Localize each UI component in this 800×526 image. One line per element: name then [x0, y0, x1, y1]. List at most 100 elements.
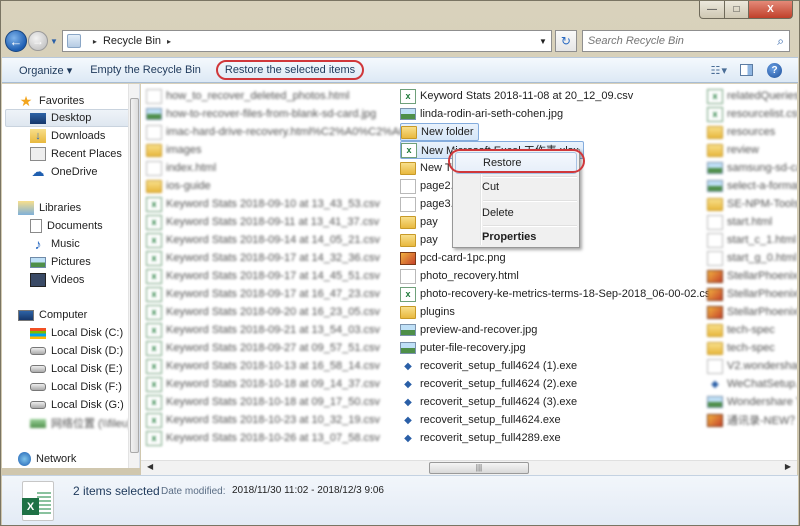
file-item[interactable]: Keyword Stats 2018-09-17 at 16_47_23.csv: [146, 285, 380, 303]
breadcrumb-recycle-bin[interactable]: Recycle Bin: [103, 35, 161, 47]
sidebar-libraries[interactable]: Libraries: [18, 199, 144, 217]
menu-item-restore[interactable]: Restore: [455, 152, 577, 174]
forward-button[interactable]: →: [28, 31, 48, 51]
excel-file-icon: X: [22, 481, 54, 521]
file-item[interactable]: Keyword Stats 2018-09-11 at 13_41_37.csv: [146, 213, 379, 231]
file-item[interactable]: how-to-recover-files-from-blank-sd-card.…: [146, 105, 376, 123]
restore-selected-items-button[interactable]: Restore the selected items: [215, 60, 365, 80]
file-item[interactable]: pay: [400, 231, 438, 249]
organize-button[interactable]: Organize ▾: [10, 64, 81, 77]
menu-item-cut[interactable]: Cut: [455, 176, 577, 198]
menu-item-delete[interactable]: Delete: [455, 202, 577, 224]
file-item[interactable]: resourcelist.csv: [707, 105, 797, 123]
search-box[interactable]: ⌕: [581, 30, 790, 52]
file-item[interactable]: Keyword Stats 2018-10-18 at 09_17_50.csv: [146, 393, 380, 411]
file-item[interactable]: start.html: [707, 213, 772, 231]
file-item[interactable]: StellarPhoenixW: [707, 303, 797, 321]
file-item[interactable]: Keyword Stats 2018-10-13 at 16_58_14.csv: [146, 357, 380, 375]
close-button[interactable]: X: [749, 1, 793, 19]
file-item[interactable]: photo_recovery.html: [400, 267, 519, 285]
file-item[interactable]: New folder: [400, 123, 479, 141]
search-input[interactable]: [587, 35, 758, 47]
file-item[interactable]: start_g_0.html: [707, 249, 797, 267]
file-item[interactable]: tech-spec: [707, 339, 775, 357]
sidebar-item-label: 网络位置 (\\fileu): [51, 418, 132, 430]
file-item[interactable]: pay: [400, 213, 438, 231]
file-item[interactable]: ◆ recoverit_setup_full4624 (1).exe: [400, 357, 577, 375]
sidebar-item-desktop[interactable]: Desktop: [5, 109, 131, 127]
file-item[interactable]: Keyword Stats 2018-09-17 at 14_32_36.csv: [146, 249, 380, 267]
file-item[interactable]: Keyword Stats 2018-09-17 at 14_45_51.csv: [146, 267, 380, 285]
help-icon[interactable]: ?: [767, 62, 782, 78]
file-item[interactable]: ◆ recoverit_setup_full4624 (3).exe: [400, 393, 577, 411]
file-item[interactable]: Keyword Stats 2018-09-21 at 13_54_03.csv: [146, 321, 380, 339]
horizontal-scroll-thumb[interactable]: |||: [429, 462, 529, 474]
preview-pane-icon[interactable]: [740, 64, 753, 76]
recent-pages-dropdown[interactable]: ▼: [50, 37, 58, 46]
scroll-left-icon[interactable]: ◀: [147, 462, 153, 471]
file-item[interactable]: photo-recovery-ke-metrics-terms-18-Sep-2…: [400, 285, 716, 303]
address-dropdown-icon[interactable]: ▼: [539, 37, 547, 46]
file-item[interactable]: pcd-card-1pc.png: [400, 249, 506, 267]
file-item[interactable]: imac-hard-drive-recovery.html%C2%A0%C2%A…: [146, 123, 405, 141]
file-item[interactable]: Keyword Stats 2018-10-18 at 09_14_37.csv: [146, 375, 380, 393]
file-item[interactable]: images: [146, 141, 201, 159]
file-item[interactable]: relatedQueries.csv: [707, 87, 797, 105]
sidebar-item-label: Local Disk (E:): [51, 363, 123, 375]
breadcrumb-separator-icon[interactable]: ▸: [167, 37, 171, 46]
breadcrumb-separator-icon[interactable]: ▸: [93, 37, 97, 46]
file-item[interactable]: puter-file-recovery.jpg: [400, 339, 526, 357]
file-list[interactable]: how_to_recover_deleted_photos.html how-to…: [141, 84, 797, 468]
file-item[interactable]: start_c_1.html: [707, 231, 796, 249]
sidebar-network[interactable]: Network: [18, 450, 144, 468]
scroll-right-icon[interactable]: ▶: [785, 462, 791, 471]
file-item[interactable]: Keyword Stats 2018-09-14 at 14_05_21.csv: [146, 231, 380, 249]
file-item[interactable]: select-a-format: [707, 177, 797, 195]
file-item[interactable]: preview-and-recover.jpg: [400, 321, 537, 339]
maximize-button[interactable]: □: [725, 1, 749, 19]
file-item[interactable]: index.html: [146, 159, 216, 177]
file-item[interactable]: Keyword Stats 2018-09-27 at 09_57_51.csv: [146, 339, 380, 357]
file-item[interactable]: linda-rodin-ari-seth-cohen.jpg: [400, 105, 563, 123]
file-item[interactable]: Keyword Stats 2018-09-20 at 16_23_05.csv: [146, 303, 380, 321]
file-item[interactable]: SE-NPM-Tools_V: [707, 195, 797, 213]
sidebar-favorites[interactable]: ★ Favorites: [18, 92, 144, 110]
minimize-button[interactable]: —: [699, 1, 725, 19]
file-item[interactable]: 通讯录-NEW？.: [707, 411, 797, 429]
file-item[interactable]: Keyword Stats 2018-09-10 at 13_43_53.csv: [146, 195, 380, 213]
file-name: V2.wondershare: [727, 360, 797, 372]
file-item[interactable]: Keyword Stats 2018-10-26 at 13_07_58.csv: [146, 429, 380, 447]
file-item[interactable]: ◆ recoverit_setup_full4289.exe: [400, 429, 561, 447]
empty-recycle-bin-button[interactable]: Empty the Recycle Bin: [81, 64, 210, 76]
refresh-button[interactable]: ↻: [554, 30, 577, 52]
menu-item-properties[interactable]: Properties: [455, 226, 577, 248]
file-item[interactable]: ◆ recoverit_setup_full4624.exe: [400, 411, 561, 429]
search-icon[interactable]: ⌕: [777, 34, 784, 49]
file-item[interactable]: tech-spec: [707, 321, 775, 339]
file-item[interactable]: resources: [707, 123, 775, 141]
file-item[interactable]: StellarPhoenix: [707, 267, 797, 285]
file-item[interactable]: Wondershare Tu: [707, 393, 797, 411]
sidebar-item-label: Local Disk (G:): [51, 399, 124, 411]
file-item[interactable]: StellarPhoenixW: [707, 285, 797, 303]
sidebar-scroll-thumb[interactable]: [130, 98, 139, 453]
file-item[interactable]: plugins: [400, 303, 455, 321]
file-item[interactable]: samsung-sd-card: [707, 159, 797, 177]
file-item[interactable]: review: [707, 141, 759, 159]
file-item[interactable]: ◆ WeChatSetup.exe: [707, 375, 797, 393]
file-item[interactable]: how_to_recover_deleted_photos.html: [146, 87, 349, 105]
file-item[interactable]: ios-guide: [146, 177, 211, 195]
address-bar[interactable]: ▸ Recycle Bin ▸ ▼: [61, 30, 552, 52]
excel-file-icon: [146, 322, 162, 338]
sidebar-scrollbar[interactable]: [128, 84, 139, 468]
file-item[interactable]: Keyword Stats 2018-11-08 at 20_12_09.csv: [400, 87, 633, 105]
file-item[interactable]: V2.wondershare: [707, 357, 797, 375]
horizontal-scrollbar[interactable]: ◀ ||| ▶: [141, 460, 797, 475]
sidebar-computer[interactable]: Computer: [18, 306, 144, 324]
file-item[interactable]: ◆ recoverit_setup_full4624 (2).exe: [400, 375, 577, 393]
file-name: pcd-card-1pc.png: [420, 252, 506, 264]
back-button[interactable]: ←: [5, 30, 27, 52]
file-item[interactable]: Keyword Stats 2018-10-23 at 10_32_19.csv: [146, 411, 380, 429]
file-name: SE-NPM-Tools_V: [727, 198, 797, 210]
change-view-icon[interactable]: ☷ ▾: [711, 64, 727, 77]
